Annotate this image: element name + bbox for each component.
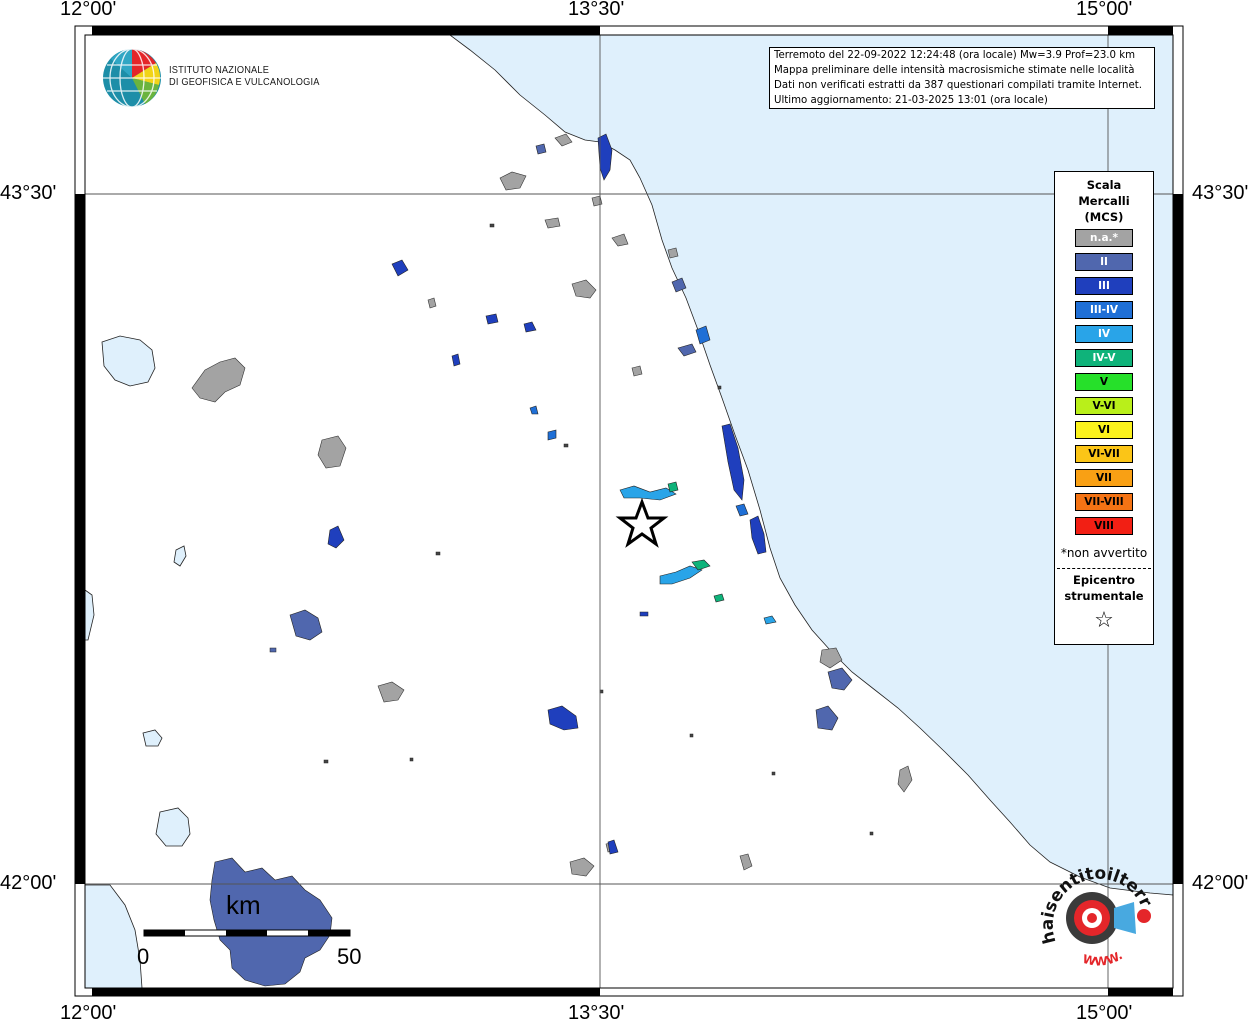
event-line-4: Ultimo aggiornamento: 21-03-2025 13:01 (… <box>774 95 1048 106</box>
legend-swatch-iii-iv: III-IV <box>1075 301 1133 319</box>
lon-label-bottom-center: 13°30' <box>568 1002 625 1024</box>
lon-label-top-left: 12°00' <box>60 0 117 20</box>
legend-swatch-vii: VII <box>1075 469 1133 487</box>
legend-swatch-iv: IV <box>1075 325 1133 343</box>
legend-swatch-iv-v: IV-V <box>1075 349 1133 367</box>
legend-swatch-n-a-: n.a.* <box>1075 229 1133 247</box>
hsit-www-text: WWW. <box>1081 948 1125 969</box>
lon-label-bottom-left: 12°00' <box>60 1002 117 1024</box>
legend-swatch-vi: VI <box>1075 421 1133 439</box>
event-line-3: Dati non verificati estratti da 387 ques… <box>774 80 1142 91</box>
svg-text:WWW.: WWW. <box>1081 948 1125 969</box>
scale-max: 50 <box>337 944 362 969</box>
legend-swatch-vi-vii: VI-VII <box>1075 445 1133 463</box>
legend-swatch-v: V <box>1075 373 1133 391</box>
legend-note: *non avvertito <box>1060 546 1148 560</box>
scale-unit: km <box>226 890 261 920</box>
legend-title: Scala Mercalli (MCS) <box>1078 178 1130 224</box>
lat-label-right-bottom: 42°00' <box>1192 872 1249 894</box>
legend-swatch-iii: III <box>1075 277 1133 295</box>
lat-label-right-top: 43°30' <box>1192 182 1249 204</box>
legend-swatch-v-vi: V-VI <box>1075 397 1133 415</box>
legend-separator <box>1057 568 1151 569</box>
event-line-1: Terremoto del 22-09-2022 12:24:48 (ora l… <box>774 50 1136 61</box>
lat-label-left-top: 43°30' <box>0 182 57 204</box>
legend-swatch-viii: VIII <box>1075 517 1133 535</box>
ingv-logo-text: ISTITUTO NAZIONALE DI GEOFISICA E VULCAN… <box>169 64 320 88</box>
lon-label-top-right: 15°00' <box>1076 0 1133 20</box>
scale-bar <box>143 929 351 937</box>
event-info-box: Terremoto del 22-09-2022 12:24:48 (ora l… <box>769 47 1155 109</box>
legend-epicenter-icon: ☆ <box>1094 608 1114 633</box>
hsit-logo-icon: haisentitoilterremoto.it WWW. <box>1034 858 1156 969</box>
event-line-2: Mappa preliminare delle intensità macros… <box>774 65 1135 76</box>
lon-label-top-center: 13°30' <box>568 0 625 20</box>
mcs-legend: Scala Mercalli (MCS) n.a.* II III III-IV IV I… <box>1054 171 1154 645</box>
lon-label-bottom-right: 15°00' <box>1076 1002 1133 1024</box>
legend-epicenter-label: Epicentro strumentale <box>1064 573 1144 603</box>
lat-label-left-bottom: 42°00' <box>0 872 57 894</box>
ingv-logo-icon <box>103 48 161 108</box>
scale-min: 0 <box>137 944 150 969</box>
legend-swatch-vii-viii: VII-VIII <box>1075 493 1133 511</box>
legend-swatch-ii: II <box>1075 253 1133 271</box>
